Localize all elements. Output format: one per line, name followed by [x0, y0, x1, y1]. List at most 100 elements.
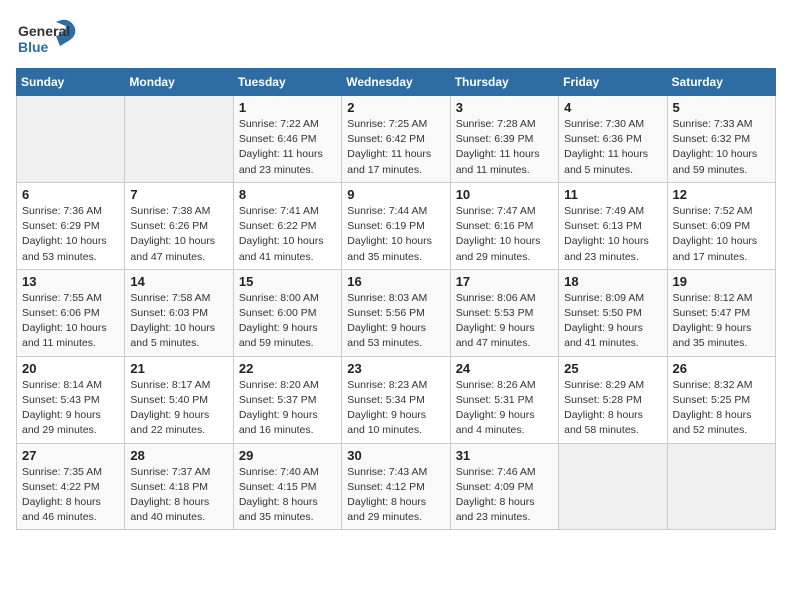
day-number: 28	[130, 448, 227, 463]
day-number: 7	[130, 187, 227, 202]
calendar-cell: 27 Sunrise: 7:35 AM Sunset: 4:22 PM Dayli…	[17, 443, 125, 530]
calendar-cell: 14 Sunrise: 7:58 AM Sunset: 6:03 PM Dayli…	[125, 269, 233, 356]
calendar-cell: 7 Sunrise: 7:38 AM Sunset: 6:26 PM Daylig…	[125, 182, 233, 269]
weekday-header: Monday	[125, 69, 233, 96]
day-number: 19	[673, 274, 770, 289]
weekday-header: Wednesday	[342, 69, 450, 96]
day-info: Sunrise: 8:12 AM Sunset: 5:47 PM Dayligh…	[673, 291, 770, 352]
day-number: 6	[22, 187, 119, 202]
weekday-header: Saturday	[667, 69, 775, 96]
day-info: Sunrise: 7:37 AM Sunset: 4:18 PM Dayligh…	[130, 465, 227, 526]
day-info: Sunrise: 7:22 AM Sunset: 6:46 PM Dayligh…	[239, 117, 336, 178]
day-number: 26	[673, 361, 770, 376]
calendar-cell	[667, 443, 775, 530]
calendar-cell: 30 Sunrise: 7:43 AM Sunset: 4:12 PM Dayli…	[342, 443, 450, 530]
day-number: 18	[564, 274, 661, 289]
calendar-cell: 18 Sunrise: 8:09 AM Sunset: 5:50 PM Dayli…	[559, 269, 667, 356]
calendar-week-row: 20 Sunrise: 8:14 AM Sunset: 5:43 PM Dayli…	[17, 356, 776, 443]
weekday-header: Thursday	[450, 69, 558, 96]
day-number: 22	[239, 361, 336, 376]
logo: GeneralBlue	[16, 16, 86, 58]
calendar-cell	[125, 96, 233, 183]
calendar-cell: 20 Sunrise: 8:14 AM Sunset: 5:43 PM Dayli…	[17, 356, 125, 443]
day-number: 29	[239, 448, 336, 463]
day-number: 23	[347, 361, 444, 376]
calendar-cell: 31 Sunrise: 7:46 AM Sunset: 4:09 PM Dayli…	[450, 443, 558, 530]
day-info: Sunrise: 7:46 AM Sunset: 4:09 PM Dayligh…	[456, 465, 553, 526]
day-number: 13	[22, 274, 119, 289]
calendar-cell: 6 Sunrise: 7:36 AM Sunset: 6:29 PM Daylig…	[17, 182, 125, 269]
day-number: 9	[347, 187, 444, 202]
calendar-cell: 16Sunrise: 8:03 AM Sunset: 5:56 PM Dayli…	[342, 269, 450, 356]
calendar-cell: 11Sunrise: 7:49 AM Sunset: 6:13 PM Dayli…	[559, 182, 667, 269]
day-info: Sunrise: 8:23 AM Sunset: 5:34 PM Dayligh…	[347, 378, 444, 439]
calendar-cell: 9 Sunrise: 7:44 AM Sunset: 6:19 PM Daylig…	[342, 182, 450, 269]
svg-text:Blue: Blue	[18, 39, 49, 55]
calendar-week-row: 6 Sunrise: 7:36 AM Sunset: 6:29 PM Daylig…	[17, 182, 776, 269]
calendar-cell: 17Sunrise: 8:06 AM Sunset: 5:53 PM Dayli…	[450, 269, 558, 356]
day-info: Sunrise: 7:49 AM Sunset: 6:13 PM Dayligh…	[564, 204, 661, 265]
day-info: Sunrise: 8:26 AM Sunset: 5:31 PM Dayligh…	[456, 378, 553, 439]
day-info: Sunrise: 8:29 AM Sunset: 5:28 PM Dayligh…	[564, 378, 661, 439]
day-number: 1	[239, 100, 336, 115]
day-number: 10	[456, 187, 553, 202]
day-info: Sunrise: 7:58 AM Sunset: 6:03 PM Dayligh…	[130, 291, 227, 352]
day-number: 16	[347, 274, 444, 289]
day-number: 30	[347, 448, 444, 463]
day-number: 27	[22, 448, 119, 463]
calendar-cell: 21Sunrise: 8:17 AM Sunset: 5:40 PM Dayli…	[125, 356, 233, 443]
day-number: 20	[22, 361, 119, 376]
logo-svg: GeneralBlue	[16, 16, 86, 58]
calendar-week-row: 27 Sunrise: 7:35 AM Sunset: 4:22 PM Dayli…	[17, 443, 776, 530]
calendar-cell: 8 Sunrise: 7:41 AM Sunset: 6:22 PM Daylig…	[233, 182, 341, 269]
day-info: Sunrise: 7:30 AM Sunset: 6:36 PM Dayligh…	[564, 117, 661, 178]
day-info: Sunrise: 8:09 AM Sunset: 5:50 PM Dayligh…	[564, 291, 661, 352]
day-info: Sunrise: 7:35 AM Sunset: 4:22 PM Dayligh…	[22, 465, 119, 526]
day-info: Sunrise: 7:33 AM Sunset: 6:32 PM Dayligh…	[673, 117, 770, 178]
calendar-cell: 24Sunrise: 8:26 AM Sunset: 5:31 PM Dayli…	[450, 356, 558, 443]
day-number: 2	[347, 100, 444, 115]
day-number: 17	[456, 274, 553, 289]
day-info: Sunrise: 7:44 AM Sunset: 6:19 PM Dayligh…	[347, 204, 444, 265]
day-info: Sunrise: 8:20 AM Sunset: 5:37 PM Dayligh…	[239, 378, 336, 439]
day-info: Sunrise: 7:43 AM Sunset: 4:12 PM Dayligh…	[347, 465, 444, 526]
day-number: 3	[456, 100, 553, 115]
day-info: Sunrise: 7:55 AM Sunset: 6:06 PM Dayligh…	[22, 291, 119, 352]
day-number: 21	[130, 361, 227, 376]
day-info: Sunrise: 8:14 AM Sunset: 5:43 PM Dayligh…	[22, 378, 119, 439]
calendar-cell: 10Sunrise: 7:47 AM Sunset: 6:16 PM Dayli…	[450, 182, 558, 269]
calendar-cell: 12Sunrise: 7:52 AM Sunset: 6:09 PM Dayli…	[667, 182, 775, 269]
weekday-header: Tuesday	[233, 69, 341, 96]
day-info: Sunrise: 7:38 AM Sunset: 6:26 PM Dayligh…	[130, 204, 227, 265]
day-number: 15	[239, 274, 336, 289]
page-header: GeneralBlue	[16, 16, 776, 58]
calendar-cell: 19 Sunrise: 8:12 AM Sunset: 5:47 PM Dayli…	[667, 269, 775, 356]
calendar-cell: 23 Sunrise: 8:23 AM Sunset: 5:34 PM Dayli…	[342, 356, 450, 443]
calendar-cell: 28 Sunrise: 7:37 AM Sunset: 4:18 PM Dayli…	[125, 443, 233, 530]
day-number: 14	[130, 274, 227, 289]
calendar-cell: 26 Sunrise: 8:32 AM Sunset: 5:25 PM Dayli…	[667, 356, 775, 443]
calendar-cell: 1 Sunrise: 7:22 AM Sunset: 6:46 PM Daylig…	[233, 96, 341, 183]
day-number: 25	[564, 361, 661, 376]
calendar-cell: 3 Sunrise: 7:28 AM Sunset: 6:39 PM Daylig…	[450, 96, 558, 183]
day-info: Sunrise: 7:28 AM Sunset: 6:39 PM Dayligh…	[456, 117, 553, 178]
day-info: Sunrise: 7:40 AM Sunset: 4:15 PM Dayligh…	[239, 465, 336, 526]
day-info: Sunrise: 7:52 AM Sunset: 6:09 PM Dayligh…	[673, 204, 770, 265]
calendar-cell: 2Sunrise: 7:25 AM Sunset: 6:42 PM Daylig…	[342, 96, 450, 183]
calendar-week-row: 1 Sunrise: 7:22 AM Sunset: 6:46 PM Daylig…	[17, 96, 776, 183]
day-number: 8	[239, 187, 336, 202]
calendar-cell: 29 Sunrise: 7:40 AM Sunset: 4:15 PM Dayli…	[233, 443, 341, 530]
svg-text:General: General	[18, 23, 70, 39]
day-info: Sunrise: 7:41 AM Sunset: 6:22 PM Dayligh…	[239, 204, 336, 265]
day-info: Sunrise: 8:32 AM Sunset: 5:25 PM Dayligh…	[673, 378, 770, 439]
calendar-cell: 22 Sunrise: 8:20 AM Sunset: 5:37 PM Dayli…	[233, 356, 341, 443]
calendar-cell: 5Sunrise: 7:33 AM Sunset: 6:32 PM Daylig…	[667, 96, 775, 183]
calendar-cell: 4Sunrise: 7:30 AM Sunset: 6:36 PM Daylig…	[559, 96, 667, 183]
calendar-cell: 25 Sunrise: 8:29 AM Sunset: 5:28 PM Dayli…	[559, 356, 667, 443]
calendar-header-row: SundayMondayTuesdayWednesdayThursdayFrid…	[17, 69, 776, 96]
calendar-cell	[17, 96, 125, 183]
weekday-header: Friday	[559, 69, 667, 96]
day-info: Sunrise: 7:36 AM Sunset: 6:29 PM Dayligh…	[22, 204, 119, 265]
day-number: 31	[456, 448, 553, 463]
calendar-table: SundayMondayTuesdayWednesdayThursdayFrid…	[16, 68, 776, 530]
